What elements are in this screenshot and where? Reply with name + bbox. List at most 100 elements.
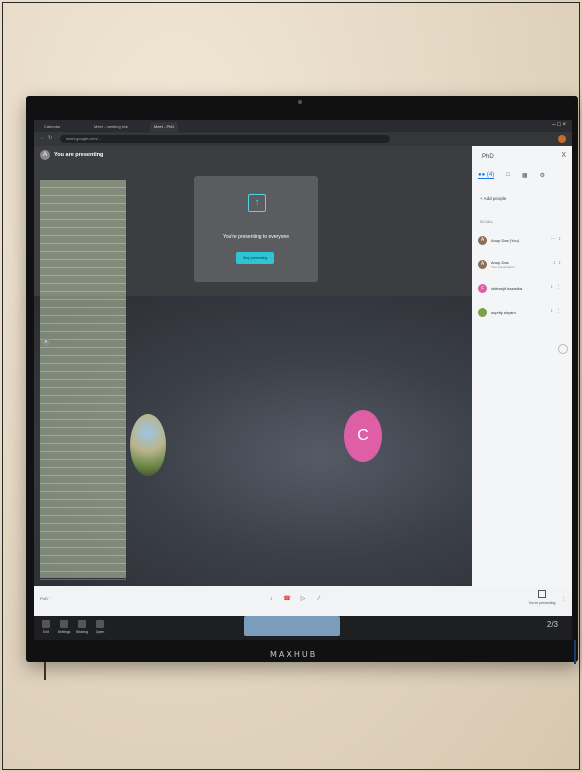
sheet-row xyxy=(40,300,126,308)
activities-icon[interactable]: ▦ xyxy=(522,172,528,179)
sheet-row xyxy=(40,388,126,396)
scroll-icon[interactable] xyxy=(558,344,568,354)
presenter-avatar: A xyxy=(40,150,50,160)
tab-people[interactable]: ●● (4) xyxy=(478,172,495,179)
more-icon[interactable]: ↕⋮ xyxy=(551,308,565,314)
sheet-row xyxy=(40,468,126,476)
sheet-row xyxy=(40,340,126,348)
settings-icon xyxy=(60,620,68,628)
sheet-row xyxy=(40,540,126,548)
expand-icon[interactable]: » xyxy=(42,338,50,346)
taskbar-app-strip[interactable] xyxy=(244,616,340,636)
sheet-row xyxy=(40,372,126,380)
back-icon[interactable]: ← xyxy=(40,135,45,141)
participant-name: Anup Das (You) xyxy=(491,237,520,243)
participant-avatar: C xyxy=(344,410,382,462)
camera-icon xyxy=(298,100,302,104)
participant-row[interactable]: A Anup Das (You) ⋯↕ xyxy=(478,232,568,248)
sheet-row xyxy=(40,316,126,324)
host-controls-icon[interactable]: ⚙ xyxy=(540,172,545,179)
sheet-row xyxy=(40,548,126,556)
participant-row[interactable]: A Anup Das Your presentation ↕↕ xyxy=(478,256,568,272)
more-options-icon[interactable]: ⋮ xyxy=(561,596,566,602)
taskbar-exit[interactable]: Exit xyxy=(38,620,54,634)
sheet-row xyxy=(40,196,126,204)
sheet-row xyxy=(40,260,126,268)
camera-off-icon[interactable]: ▷ xyxy=(298,594,308,604)
sheet-row xyxy=(40,460,126,468)
window-controls[interactable]: – □ × xyxy=(552,122,566,128)
sheet-row xyxy=(40,572,126,580)
sheet-row xyxy=(40,492,126,500)
taskbar-label: Sharing xyxy=(75,630,89,634)
address-bar: ← ↻ meet.google.com/... xyxy=(34,132,572,146)
present-status[interactable]: You're presenting xyxy=(528,590,556,605)
url-field[interactable]: meet.google.com/... xyxy=(60,135,390,143)
add-people-button[interactable]: + Add people xyxy=(480,196,506,201)
sheet-row xyxy=(40,276,126,284)
taskbar-settings[interactable]: Settings xyxy=(56,620,72,634)
meet-controls-bar: PhD ˆ ↓ ☎ ▷ ∕ You're presenting ⋮ xyxy=(34,586,572,616)
participant-row[interactable]: c chitranjit hazarika ↕⋮ xyxy=(478,280,568,296)
meeting-name-label: PhD xyxy=(40,596,48,601)
power-cable xyxy=(44,662,46,680)
share-notice-title: You're presenting to everyone xyxy=(222,234,290,240)
participant-photo xyxy=(130,414,166,476)
stop-presenting-button[interactable]: Stop presenting xyxy=(236,252,274,264)
open-icon xyxy=(96,620,104,628)
sheet-row xyxy=(40,268,126,276)
presenting-status-label: You're presenting xyxy=(528,601,556,605)
sheet-row xyxy=(40,436,126,444)
browser-tab[interactable]: Calendar xyxy=(40,122,64,132)
participant-row[interactable]: suprity shyam ↕⋮ xyxy=(478,304,568,320)
hdmi-cable xyxy=(574,640,576,664)
browser-tab[interactable]: Meet - meeting link xyxy=(90,122,132,132)
participant-subtitle: Your presentation xyxy=(491,264,515,269)
close-icon[interactable]: X xyxy=(561,152,566,159)
presenting-header: A You are presenting xyxy=(40,150,103,160)
more-icon[interactable]: ↕⋮ xyxy=(551,284,565,290)
sheet-row xyxy=(40,444,126,452)
taskbar-sharing[interactable]: Sharing xyxy=(74,620,90,634)
participant-avatar: c xyxy=(478,283,487,293)
sheet-row xyxy=(40,284,126,292)
sheet-row xyxy=(40,476,126,484)
participant-avatar: A xyxy=(478,259,487,269)
sheet-row xyxy=(40,332,126,340)
participant-avatar: A xyxy=(478,235,487,245)
sheet-row xyxy=(40,428,126,436)
page-indicator: 2/3 xyxy=(546,620,558,629)
taskbar-label: Settings xyxy=(57,630,71,634)
sheet-row xyxy=(40,500,126,508)
taskbar-open[interactable]: Open xyxy=(92,620,108,634)
sheet-row xyxy=(40,380,126,388)
participant-avatar xyxy=(478,307,487,317)
chat-icon[interactable]: □ xyxy=(506,172,510,179)
pin-icon[interactable]: ⋯↕ xyxy=(551,236,565,242)
sheet-row xyxy=(40,404,126,412)
sharing-icon xyxy=(78,620,86,628)
sheet-row xyxy=(40,356,126,364)
mic-icon[interactable]: ↓ xyxy=(266,594,276,604)
browser-tab-active[interactable]: Meet - PhD xyxy=(150,122,179,132)
sheet-row xyxy=(40,524,126,532)
reload-icon[interactable]: ↻ xyxy=(48,135,52,141)
present-icon xyxy=(538,590,546,598)
sheet-row xyxy=(40,220,126,228)
sheet-row xyxy=(40,244,126,252)
section-label: IN CALL xyxy=(480,220,494,224)
profile-avatar[interactable] xyxy=(558,135,566,143)
exit-icon xyxy=(42,620,50,628)
sheet-row xyxy=(40,364,126,372)
sheet-row xyxy=(40,308,126,316)
pen-icon[interactable]: ∕ xyxy=(314,594,324,604)
sheet-row xyxy=(40,508,126,516)
meet-stage: A You are presenting ↑ You're presenting… xyxy=(34,146,472,616)
sheet-row xyxy=(40,348,126,356)
mic-icon[interactable]: ↕↕ xyxy=(553,260,564,266)
panel-tabs: ●● (4) □ ▦ ⚙ xyxy=(478,172,545,179)
sheet-row xyxy=(40,556,126,564)
sheet-row xyxy=(40,452,126,460)
meeting-name: PhD ˆ xyxy=(40,596,51,601)
end-call-icon[interactable]: ☎ xyxy=(282,594,292,604)
